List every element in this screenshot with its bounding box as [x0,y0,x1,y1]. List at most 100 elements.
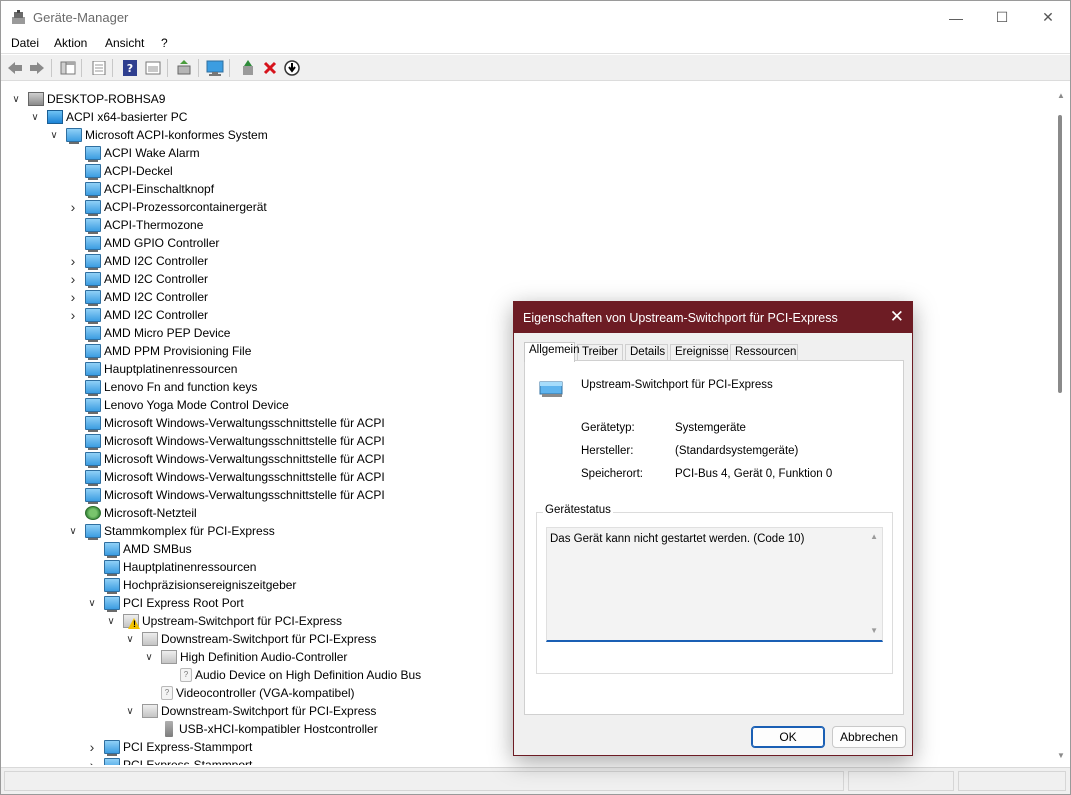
tab-details[interactable]: Details [625,344,668,361]
menu-bar: Datei Aktion Ansicht ? [1,34,1070,54]
tab-ereignisse[interactable]: Ereignisse [670,344,729,361]
device-icon [85,182,101,198]
back-arrow-icon[interactable] [6,59,24,77]
collapse-chevron-icon[interactable]: ∨ [10,93,22,105]
tree-item[interactable]: Microsoft Windows-Verwaltungsschnittstel… [67,450,385,468]
tree-item[interactable]: › PCI Express-Stammport [86,756,252,765]
tree-item[interactable]: ACPI-Deckel [67,162,173,180]
tree-item[interactable]: Microsoft Windows-Verwaltungsschnittstel… [67,414,385,432]
dialog-close-icon[interactable]: ✕ [890,307,904,327]
tree-item[interactable]: AMD GPIO Controller [67,234,219,252]
tab-ressourcen[interactable]: Ressourcen [730,344,798,361]
collapse-chevron-icon[interactable]: ∨ [105,615,117,627]
expand-chevron-icon[interactable]: › [86,739,98,755]
tree-item[interactable]: AMD SMBus [86,540,192,558]
expand-chevron-icon[interactable]: › [67,199,79,215]
tree-item[interactable]: › AMD I2C Controller [67,306,208,324]
tree-item[interactable]: AMD PPM Provisioning File [67,342,251,360]
tree-item[interactable]: USB-xHCI-kompatibler Hostcontroller [143,720,378,738]
computer-icon [28,92,44,106]
tree-item[interactable]: Hauptplatinenressourcen [86,558,256,576]
device-icon [142,632,158,646]
ok-button[interactable]: OK [751,726,825,748]
show-hide-tree-icon[interactable] [59,59,77,77]
tree-item[interactable]: ACPI-Einschaltknopf [67,180,214,198]
cancel-button[interactable]: Abbrechen [832,726,906,748]
scroll-up-arrow-icon[interactable]: ▲ [1057,91,1065,100]
device-status-textbox[interactable]: Das Gerät kann nicht gestartet werden. (… [546,527,883,642]
tree-item[interactable]: › PCI Express-Stammport [86,738,252,756]
tree-item-label: PCI Express-Stammport [123,758,253,765]
menu-help[interactable]: ? [161,36,168,50]
collapse-chevron-icon[interactable]: ∨ [29,111,41,123]
status-scroll-down-icon[interactable]: ▼ [870,626,878,635]
collapse-chevron-icon[interactable]: ∨ [86,597,98,609]
tree-item[interactable]: ∨ Microsoft ACPI-konformes System [48,126,268,144]
tree-item[interactable]: ∨ Downstream-Switchport für PCI-Express [124,630,376,648]
tree-item[interactable]: Hochpräzisionsereigniszeitgeber [86,576,296,594]
tree-item[interactable]: Microsoft Windows-Verwaltungsschnittstel… [67,432,385,450]
expand-chevron-icon[interactable]: › [86,757,98,765]
warning-device-icon [123,614,140,629]
tree-item-label: Lenovo Yoga Mode Control Device [104,398,289,412]
tree-item[interactable]: Microsoft Windows-Verwaltungsschnittstel… [67,468,385,486]
tree-item[interactable]: ACPI Wake Alarm [67,144,200,162]
menu-ansicht[interactable]: Ansicht [105,36,144,50]
status-scroll-up-icon[interactable]: ▲ [870,532,878,541]
minimize-button[interactable]: — [933,1,979,34]
properties-icon[interactable] [90,59,108,77]
tree-item[interactable]: ∨ DESKTOP-ROBHSA9 [10,90,165,108]
menu-aktion[interactable]: Aktion [54,36,87,50]
dialog-title: Eigenschaften von Upstream-Switchport fü… [523,311,838,325]
uninstall-icon[interactable] [261,59,279,77]
tree-item[interactable]: ? Audio Device on High Definition Audio B… [162,666,421,684]
expand-chevron-icon[interactable]: › [67,271,79,287]
scan-hardware-icon[interactable] [175,59,193,77]
expand-chevron-icon[interactable]: › [67,253,79,269]
view-icon[interactable] [144,59,162,77]
tree-item[interactable]: › ACPI-Prozessorcontainergerät [67,198,267,216]
collapse-chevron-icon[interactable]: ∨ [143,651,155,663]
tree-item[interactable]: Lenovo Fn and function keys [67,378,257,396]
collapse-chevron-icon[interactable]: ∨ [124,705,136,717]
maximize-button[interactable]: ☐ [979,1,1025,34]
tree-item[interactable]: ∨ PCI Express Root Port [86,594,244,612]
tree-item[interactable]: ∨ Stammkomplex für PCI-Express [67,522,275,540]
tree-item-label: ACPI-Deckel [104,164,173,178]
tree-item[interactable]: › AMD I2C Controller [67,270,208,288]
tree-item[interactable]: ∨ Downstream-Switchport für PCI-Express [124,702,376,720]
expand-chevron-icon[interactable]: › [67,289,79,305]
menu-datei[interactable]: Datei [11,36,39,50]
tree-item[interactable]: Microsoft-Netzteil [67,504,197,522]
tab-allgemein[interactable]: Allgemein [524,342,580,362]
collapse-chevron-icon[interactable]: ∨ [67,525,79,537]
tree-item[interactable]: › AMD I2C Controller [67,288,208,306]
tree-item-label: Microsoft Windows-Verwaltungsschnittstel… [104,488,385,502]
disable-icon[interactable] [283,59,301,77]
forward-arrow-icon[interactable] [28,59,46,77]
tree-item[interactable]: Hauptplatinenressourcen [67,360,237,378]
expand-chevron-icon[interactable]: › [67,307,79,323]
update-driver-icon[interactable] [239,59,257,77]
tree-item-label: Videocontroller (VGA-kompatibel) [176,686,355,700]
scrollbar-thumb[interactable] [1058,115,1062,393]
tree-scrollbar[interactable]: ▲ ▼ [1054,89,1068,765]
computer-icon[interactable] [206,59,224,77]
prop-label-manufacturer: Hersteller: [581,445,634,457]
tree-item[interactable]: › AMD I2C Controller [67,252,208,270]
tab-treiber[interactable]: Treiber [577,344,623,361]
tree-item[interactable]: Microsoft Windows-Verwaltungsschnittstel… [67,486,385,504]
tree-item[interactable]: ∨ ACPI x64-basierter PC [29,108,187,126]
collapse-chevron-icon[interactable]: ∨ [124,633,136,645]
tree-item[interactable]: ∨ High Definition Audio-Controller [143,648,347,666]
tree-item[interactable]: AMD Micro PEP Device [67,324,230,342]
help-icon[interactable]: ? [121,59,139,77]
tree-item[interactable]: ? Videocontroller (VGA-kompatibel) [143,684,355,702]
tree-item[interactable]: ACPI-Thermozone [67,216,203,234]
tree-item[interactable]: ∨ Upstream-Switchport für PCI-Express [105,612,342,630]
collapse-chevron-icon[interactable]: ∨ [48,129,60,141]
close-button[interactable]: ✕ [1025,1,1071,34]
tree-item[interactable]: Lenovo Yoga Mode Control Device [67,396,289,414]
scroll-down-arrow-icon[interactable]: ▼ [1057,751,1065,760]
